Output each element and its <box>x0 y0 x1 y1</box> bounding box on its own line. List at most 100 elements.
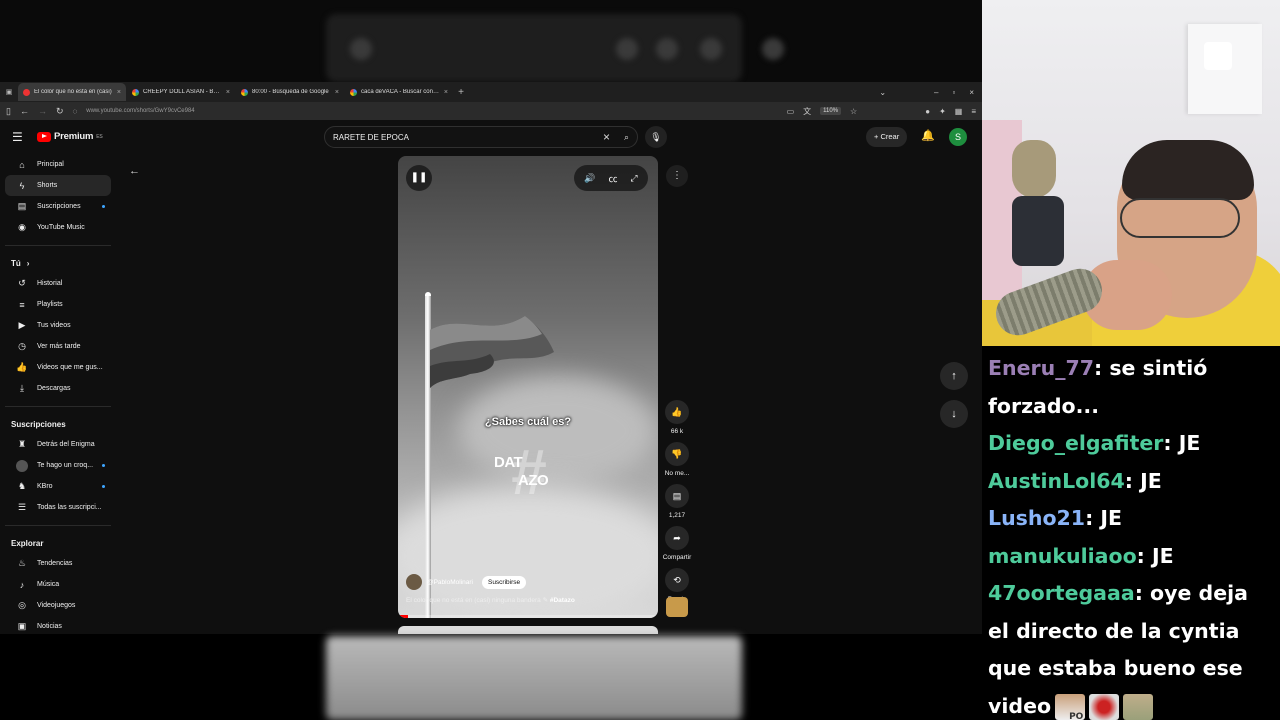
sidebar-item-musica[interactable]: ♪ Música <box>5 574 111 595</box>
tab-list-chevron-icon[interactable]: ⌄ <box>879 88 886 97</box>
youtube-logo[interactable]: Premium ES <box>37 131 103 142</box>
sidebar-channel[interactable]: ♜ Detrás del Enigma <box>5 434 111 455</box>
clear-search-icon[interactable]: × <box>603 130 610 144</box>
sidebar-item-tus-videos[interactable]: ▶ Tus videos <box>5 315 111 336</box>
sidebar-item-youtube-music[interactable]: ◉ YouTube Music <box>5 217 111 238</box>
notifications-bell-icon[interactable]: 🔔 <box>921 129 935 142</box>
sidebar-item-tendencias[interactable]: ♨ Tendencias <box>5 553 111 574</box>
shield-icon[interactable]: ◌ <box>73 107 78 116</box>
guide-menu-icon[interactable]: ☰ <box>12 130 23 144</box>
browser-tab[interactable]: CREEPY DOLL ASIAN - Buscar con × <box>127 83 235 101</box>
close-tab-icon[interactable]: × <box>335 89 339 96</box>
pause-button[interactable]: ❚❚ <box>406 165 432 191</box>
close-window-icon[interactable]: × <box>969 88 974 97</box>
blurred-dot <box>616 38 638 60</box>
sidebar-section-explore: Explorar <box>0 533 124 553</box>
translate-icon[interactable]: 文 <box>803 106 811 117</box>
browser-tab[interactable]: caca deVACA - Buscar con Goo × <box>345 83 453 101</box>
google-favicon-icon <box>350 88 357 96</box>
blurred-background-bottom <box>0 634 982 720</box>
more-options-icon[interactable]: ⋮ <box>666 165 688 187</box>
forward-icon[interactable]: → <box>38 106 47 116</box>
sidebar-item-shorts[interactable]: ϟ Shorts <box>5 175 111 196</box>
streamer-webcam <box>982 0 1280 346</box>
back-icon[interactable]: ← <box>20 106 29 116</box>
hashtag-link[interactable]: #Datazo <box>550 597 575 604</box>
maximize-icon[interactable]: ▫ <box>952 88 955 97</box>
dislike-button[interactable]: 👎 No me... <box>660 442 694 477</box>
section-title: Tú <box>11 258 21 268</box>
tab-title: CREEPY DOLL ASIAN - Buscar con <box>143 89 222 95</box>
channel-avatar[interactable] <box>406 574 422 590</box>
sidebar-item-ver-mas-tarde[interactable]: ◷ Ver más tarde <box>5 336 111 357</box>
sidebar-item-principal[interactable]: ⌂ Principal <box>5 154 111 175</box>
blurred-dot <box>700 38 722 60</box>
menu-icon[interactable]: ≡ <box>971 107 976 116</box>
sound-thumbnail[interactable] <box>666 597 688 617</box>
sidebar-item-noticias[interactable]: ▣ Noticias <box>5 616 111 634</box>
sidebar-channel[interactable]: ♞ KBro <box>5 476 111 497</box>
sidebar-item-suscripciones[interactable]: ▤ Suscripciones <box>5 196 111 217</box>
sidebar-item-label: Tendencias <box>37 560 73 567</box>
new-tab-icon[interactable]: + <box>454 87 468 98</box>
tab-title: caca deVACA - Buscar con Goo <box>361 89 440 95</box>
sidebar-item-historial[interactable]: ↺ Historial <box>5 273 111 294</box>
sidebar-item-all-subscriptions[interactable]: ☰ Todas las suscripci... <box>5 497 111 518</box>
next-short-button[interactable]: ↓ <box>940 400 968 428</box>
volume-icon[interactable]: 🔊 <box>584 173 595 184</box>
sidebar-item-liked-videos[interactable]: 👍 Videos que me gus... <box>5 357 111 378</box>
extensions-icon[interactable]: ✦ <box>939 107 946 116</box>
chat-message: Lusho21: JE <box>988 506 1123 530</box>
comments-button[interactable]: ▤ 1,217 <box>660 484 694 519</box>
share-button[interactable]: ➦ Compartir <box>660 526 694 561</box>
new-content-dot <box>102 205 105 208</box>
captions-icon[interactable]: ㏄ <box>608 172 617 185</box>
url-field[interactable]: www.youtube.com/shorts/GwY9cvCe984 <box>86 108 777 114</box>
chat-username: Lusho21 <box>988 506 1086 530</box>
sidebar-item-label: Principal <box>37 161 64 168</box>
reload-icon[interactable]: ↻ <box>56 106 64 117</box>
like-button[interactable]: 👍 66 k <box>660 400 694 435</box>
close-tab-icon[interactable]: × <box>226 89 230 96</box>
caption-text: El color que no está en (casi) ninguna b… <box>406 597 541 604</box>
sidebar-channel[interactable]: Te hago un croq... <box>5 455 111 476</box>
close-tab-icon[interactable]: × <box>117 89 121 96</box>
progress-fill <box>398 615 409 618</box>
trending-icon: ♨ <box>17 558 27 568</box>
short-video-player[interactable]: ❚❚ 🔊 ㏄ ⤢ ¿Sabes cuál es? # DAT AZO @Pabl… <box>398 156 658 618</box>
close-tab-icon[interactable]: × <box>444 89 448 96</box>
create-button[interactable]: + Crear <box>866 127 908 147</box>
sidebar-item-label: Historial <box>37 280 63 287</box>
fullscreen-icon[interactable]: ⤢ <box>630 173 637 184</box>
short-actions: 👍66 k 👎No me... ▤1,217 ➦Compartir ⟲Remix <box>660 400 694 610</box>
progress-bar[interactable] <box>398 615 658 618</box>
chat-message: 47oortegaaa: oye deja el directo de la c… <box>988 581 1248 720</box>
shorts-icon: ϟ <box>19 180 25 191</box>
bookmark-star-icon[interactable]: ☆ <box>850 107 857 116</box>
back-arrow-icon[interactable]: ← <box>129 165 140 177</box>
search-input[interactable]: RARETE DE EPOCA <box>333 133 603 142</box>
zoom-level[interactable]: 110% <box>820 107 842 115</box>
subscribe-button[interactable]: Suscribirse <box>481 575 527 589</box>
account-avatar[interactable]: S <box>949 128 967 146</box>
browser-tab[interactable]: El color que no está en (casi) × <box>18 83 126 101</box>
sidebar-item-descargas[interactable]: ⤓ Descargas <box>5 378 111 399</box>
like-count: 66 k <box>670 428 684 435</box>
chat-emote <box>1089 693 1120 720</box>
voice-search-icon[interactable]: 🎙 <box>645 126 667 148</box>
subscriptions-icon: ▤ <box>17 201 27 211</box>
picture-in-picture-icon[interactable]: ▭ <box>787 107 795 116</box>
browser-tab[interactable]: 80:00 - Búsqueda de Google × <box>236 83 344 101</box>
window-menu-icon[interactable]: ▣ <box>0 88 18 96</box>
minimize-icon[interactable]: – <box>934 88 938 97</box>
sidebar-section-you[interactable]: Tú › <box>0 253 124 273</box>
search-box[interactable]: RARETE DE EPOCA × ⌕ <box>324 126 638 148</box>
extension-badge-icon[interactable]: ▦ <box>955 107 963 116</box>
search-icon[interactable]: ⌕ <box>624 132 629 143</box>
sidebar-item-playlists[interactable]: ≡ Playlists <box>5 294 111 315</box>
sidebar-item-videojuegos[interactable]: ◎ Videojuegos <box>5 595 111 616</box>
sidebar-toggle-icon[interactable]: ▯ <box>6 106 11 117</box>
account-icon[interactable]: ● <box>925 107 930 116</box>
channel-handle[interactable]: @PabloMolinari <box>427 579 473 586</box>
previous-short-button[interactable]: ↑ <box>940 362 968 390</box>
